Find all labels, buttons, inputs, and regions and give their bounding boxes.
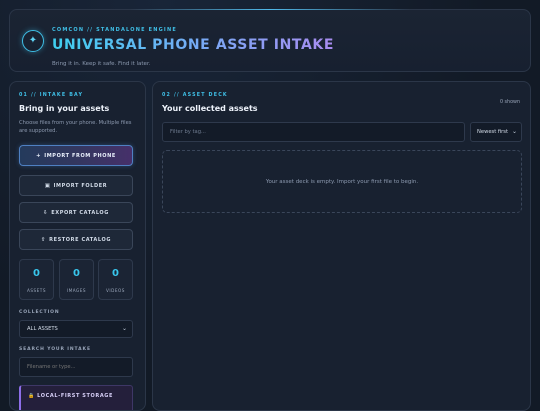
asset-dropzone[interactable]: Your asset deck is empty. Import your fi… [162,150,522,213]
export-catalog-label: EXPORT CATALOG [51,209,109,216]
sparkle-icon: ✦ [22,30,44,52]
restore-catalog-label: RESTORE CATALOG [49,236,112,243]
tag-filter-input[interactable]: Filter by tag... [162,122,465,142]
header-glow-line [130,9,410,10]
sort-value: Newest first [477,129,509,135]
header-card: ✦ COMCON // STANDALONE ENGINE UNIVERSAL … [9,9,531,72]
sort-select[interactable]: Newest first ⌄ [470,122,522,142]
stat-videos-value: 0 [112,268,119,279]
asset-deck-panel: 02 // ASSET DECK Your collected assets 0… [152,81,531,411]
intake-title: Bring in your assets [19,104,110,113]
folder-icon: ▣ [44,182,51,189]
import-from-phone-button[interactable]: + IMPORT FROM PHONE [19,145,133,166]
page-title: UNIVERSAL PHONE ASSET INTAKE [52,37,335,53]
import-folder-button[interactable]: ▣ IMPORT FOLDER [19,175,133,196]
collection-select[interactable]: ALL ASSETS ⌄ [19,320,133,338]
deck-eyebrow: 02 // ASSET DECK [162,93,228,98]
chevron-down-icon: ⌄ [121,325,127,332]
download-icon: ⇩ [43,209,49,216]
lock-icon: 🔒 [28,393,35,399]
header-eyebrow: COMCON // STANDALONE ENGINE [52,27,177,33]
intake-panel: 01 // INTAKE BAY Bring in your assets Ch… [9,81,146,411]
stat-assets-label: ASSETS [26,288,47,293]
intake-eyebrow: 01 // INTAKE BAY [19,93,84,98]
stat-images: 0 IMAGES [59,259,94,300]
page-subtitle: Bring it in. Keep it safe. Find it later… [52,61,151,67]
storage-label: 🔒 LOCAL-FIRST STORAGE [28,393,113,399]
import-from-phone-label: IMPORT FROM PHONE [44,152,116,159]
export-catalog-button[interactable]: ⇩ EXPORT CATALOG [19,202,133,223]
search-input[interactable] [19,357,133,377]
empty-message: Your asset deck is empty. Import your fi… [265,178,419,185]
stat-assets: 0 ASSETS [19,259,54,300]
collection-label: COLLECTION [19,310,60,315]
stat-images-label: IMAGES [66,288,87,293]
storage-note: 🔒 LOCAL-FIRST STORAGE [19,385,133,410]
stat-videos-label: VIDEOS [106,288,125,293]
stat-images-value: 0 [73,268,80,279]
stat-videos: 0 VIDEOS [98,259,133,300]
chevron-down-icon: ⌄ [511,128,517,135]
intake-description: Choose files from your phone. Multiple f… [19,120,132,134]
stat-assets-value: 0 [33,268,40,279]
collection-value: ALL ASSETS [27,326,58,332]
deck-title: Your collected assets [162,104,258,113]
plus-icon: + [36,152,42,159]
restore-catalog-button[interactable]: ⇧ RESTORE CATALOG [19,229,133,250]
shown-count: 0 shown [499,100,520,105]
storage-label-text: LOCAL-FIRST STORAGE [37,393,114,399]
upload-icon: ⇧ [40,236,47,243]
import-folder-label: IMPORT FOLDER [53,182,108,189]
search-label: SEARCH YOUR INTAKE [19,347,91,352]
